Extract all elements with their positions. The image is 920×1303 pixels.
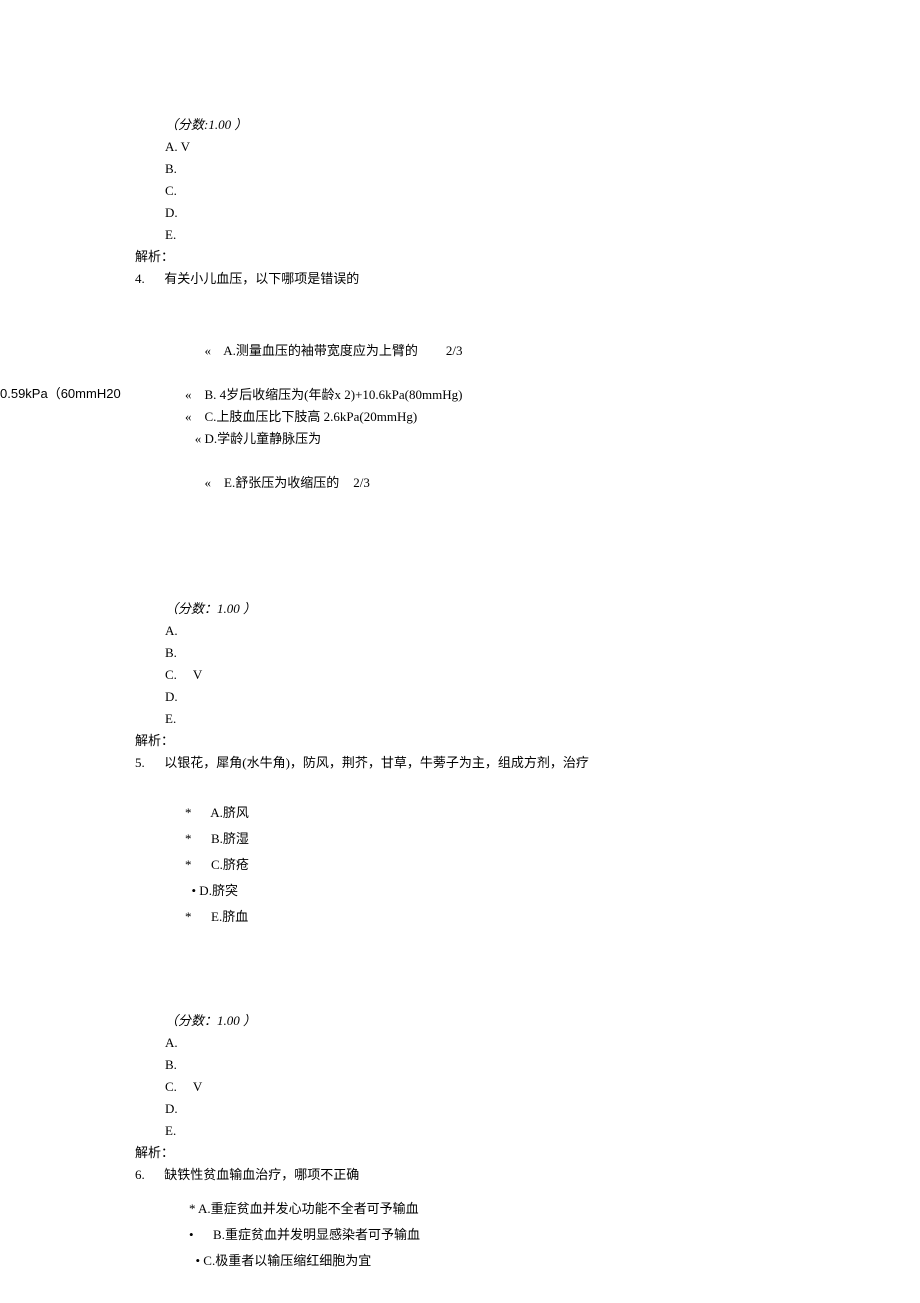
q5-choice-e: * E.脐血 [185, 906, 835, 928]
q5-choice-c: * C.脐疮 [185, 854, 835, 876]
q4-score: （分数：1.00 ） [165, 598, 835, 620]
q5-opt-c: C. V [165, 1076, 835, 1098]
q3-opt-e: E. [165, 224, 835, 246]
q4-choice-c: « C.上肢血压比下肢高 2.6kPa(20mmHg) [185, 406, 835, 428]
q6-choice-c: • C.极重者以输压缩红细胞为宜 [189, 1250, 835, 1272]
q4-choice-e-frac: 2/3 [353, 475, 370, 490]
main-column: （分数:1.00 ） A. V B. C. D. E. 解析： 4. 有关小儿血… [135, 114, 835, 1272]
q4-opt-a: A. [165, 620, 835, 642]
q4-choice-a-frac: 2/3 [446, 343, 463, 358]
q6-choice-b: • B.重症贫血并发明显感染者可予输血 [189, 1224, 835, 1246]
document-page: 0.59kPa（60mmH20 （分数:1.00 ） A. V B. C. D.… [0, 0, 920, 1272]
q4-choice-d: « D.学龄儿童静脉压为 [185, 428, 835, 450]
q6-question: 6. 缺铁性贫血输血治疗，哪项不正确 [135, 1164, 835, 1186]
q3-opt-c: C. [165, 180, 835, 202]
q4-choice-e-text: « E.舒张压为收缩压的 [205, 475, 340, 490]
q4-opt-e: E. [165, 708, 835, 730]
marginal-note: 0.59kPa（60mmH20 [0, 383, 121, 402]
q4-choice-a-text: « A.测量血压的袖带宽度应为上臂的 [205, 343, 418, 358]
q5-choice-b: * B.脐湿 [185, 828, 835, 850]
q4-choice-e: « E.舒张压为收缩压的 2/3 [185, 450, 835, 516]
q5-choice-a: * A.脐风 [185, 802, 835, 824]
q3-opt-b: B. [165, 158, 835, 180]
q4-opt-b: B. [165, 642, 835, 664]
q5-opt-d: D. [165, 1098, 835, 1120]
q4-analysis-label: 解析： [135, 730, 835, 752]
q4-opt-d: D. [165, 686, 835, 708]
q3-score: （分数:1.00 ） [165, 114, 835, 136]
q3-opt-d: D. [165, 202, 835, 224]
q3-opt-a: A. V [165, 136, 835, 158]
q5-question: 5. 以银花，犀角(水牛角)，防风，荆芥，甘草，牛蒡子为主，组成方剂，治疗 [135, 752, 835, 774]
q3-analysis-label: 解析： [135, 246, 835, 268]
q5-opt-a: A. [165, 1032, 835, 1054]
q4-opt-c: C. V [165, 664, 835, 686]
q5-analysis-label: 解析： [135, 1142, 835, 1164]
q4-question: 4. 有关小儿血压，以下哪项是错误的 [135, 268, 835, 290]
q5-choice-d: • D.脐突 [185, 880, 835, 902]
q4-choice-a: « A.测量血压的袖带宽度应为上臂的 2/3 [185, 318, 835, 384]
q5-opt-b: B. [165, 1054, 835, 1076]
q6-choice-a: * A.重症贫血并发心功能不全者可予输血 [189, 1198, 835, 1220]
q5-opt-e: E. [165, 1120, 835, 1142]
q5-score: （分数：1.00 ） [165, 1010, 835, 1032]
q4-choice-b: « B. 4岁后收缩压为(年龄x 2)+10.6kPa(80mmHg) [185, 384, 835, 406]
